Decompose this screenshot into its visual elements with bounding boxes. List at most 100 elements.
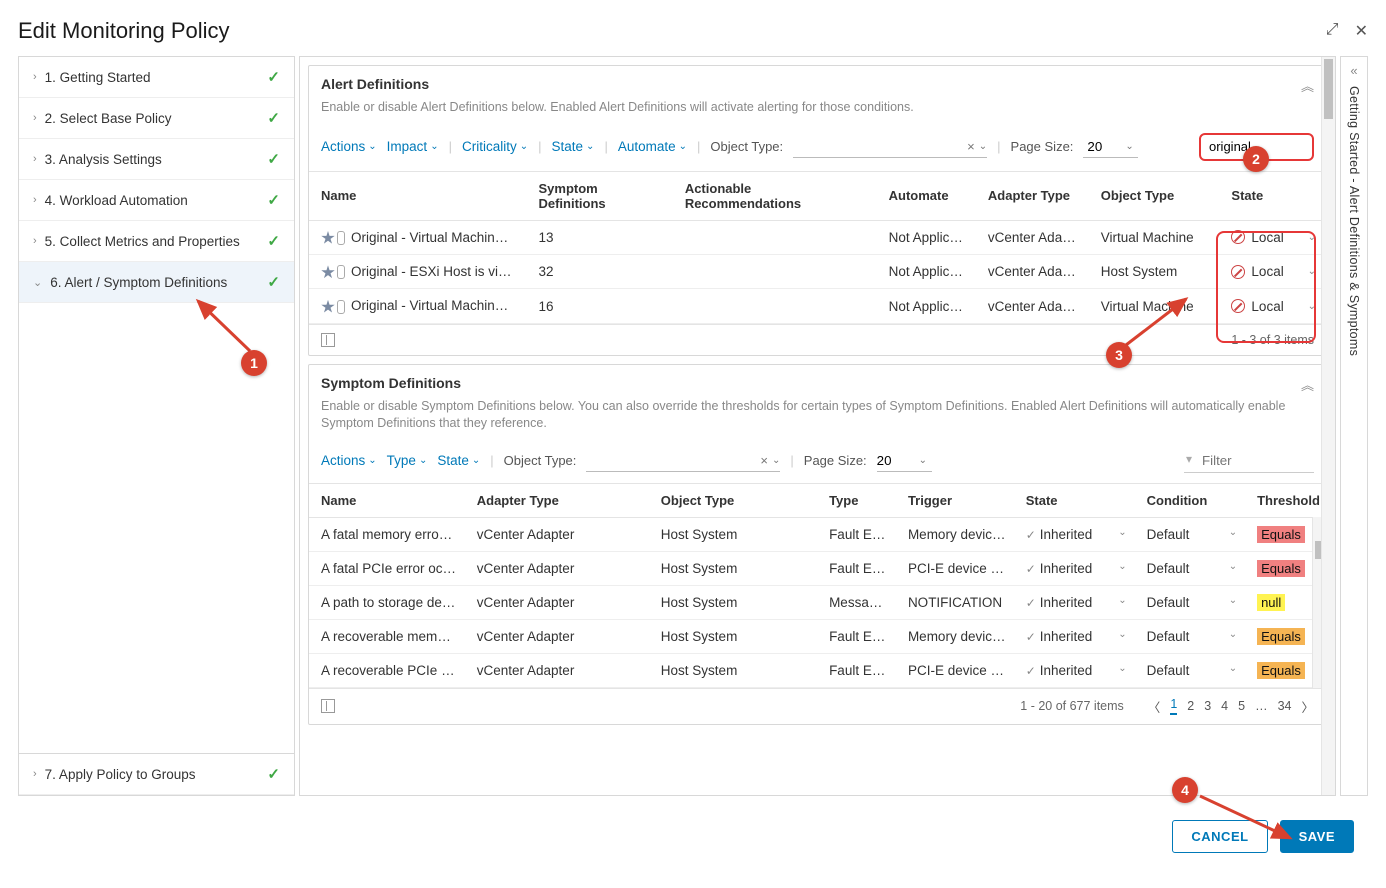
expand-icon[interactable]: ⤢	[1326, 21, 1339, 41]
state-filter[interactable]: State⌄	[552, 139, 595, 154]
state-dropdown[interactable]: Local⌄	[1231, 230, 1316, 245]
step-label: 5. Collect Metrics and Properties	[45, 234, 268, 249]
check-icon: ✓	[267, 191, 280, 209]
wizard-step-3[interactable]: ›3. Analysis Settings✓	[19, 139, 294, 180]
alert-defs-count: 1 - 3 of 3 items	[1231, 333, 1314, 347]
automate-filter[interactable]: Automate⌄	[618, 139, 687, 154]
sd-col-state[interactable]: State	[1016, 483, 1137, 517]
collapse-icon[interactable]: ︽	[1301, 375, 1314, 394]
page-size-caret-icon[interactable]: ⌄	[1125, 141, 1133, 152]
col-name[interactable]: Name	[309, 171, 528, 220]
object-type-input[interactable]	[793, 135, 963, 157]
sd-count: 1 - 20 of 677 items	[1020, 699, 1124, 713]
symptom-defs-title: Symptom Definitions	[321, 375, 461, 394]
page-size-select[interactable]	[1083, 135, 1121, 157]
table-row[interactable]: Original - Virtual Machin… 13Not Applica…	[309, 220, 1326, 254]
criticality-icon	[337, 265, 345, 279]
dialog-title: Edit Monitoring Policy	[18, 18, 230, 44]
page-number[interactable]: 5	[1238, 699, 1245, 713]
chevron-right-icon: ›	[33, 235, 37, 247]
table-row[interactable]: A fatal PCIe error oc…vCenter AdapterHos…	[309, 551, 1326, 585]
criticality-icon	[337, 231, 345, 245]
symptom-definitions-panel: Symptom Definitions ︽ Enable or disable …	[308, 364, 1327, 725]
state-dropdown[interactable]: Local⌄	[1231, 264, 1316, 279]
sd-type-filter[interactable]: Type⌄	[387, 453, 428, 468]
chevron-right-icon: ›	[33, 112, 37, 124]
page-prev-icon[interactable]: 〈	[1148, 697, 1161, 716]
page-number[interactable]: 1	[1170, 697, 1177, 715]
rail-title: Getting Started - Alert Definitions & Sy…	[1347, 86, 1361, 356]
annotation-callout-4: 4	[1172, 777, 1198, 803]
chevron-right-icon: ›	[33, 153, 37, 165]
wizard-sidebar: ›1. Getting Started✓›2. Select Base Poli…	[18, 56, 295, 796]
table-row[interactable]: A path to storage de…vCenter AdapterHost…	[309, 585, 1326, 619]
col-actionable-rec[interactable]: Actionable Recommendations	[675, 171, 879, 220]
sd-col-trigger[interactable]: Trigger	[898, 483, 1016, 517]
page-number[interactable]: 2	[1187, 699, 1194, 713]
column-picker-icon[interactable]	[321, 333, 335, 347]
table-row[interactable]: A recoverable memo…vCenter AdapterHost S…	[309, 619, 1326, 653]
sd-page-size-caret-icon[interactable]: ⌄	[919, 455, 927, 466]
sd-actions-menu[interactable]: Actions⌄	[321, 453, 377, 468]
table-row[interactable]: Original - ESXi Host is vi… 32Not Applic…	[309, 254, 1326, 288]
annotation-arrow-4	[1194, 790, 1304, 850]
impact-filter[interactable]: Impact⌄	[387, 139, 439, 154]
annotation-callout-1: 1	[241, 350, 267, 376]
chevron-down-icon: ⌄	[1229, 527, 1237, 538]
help-rail[interactable]: « Getting Started - Alert Definitions & …	[1340, 56, 1368, 796]
page-number[interactable]: 4	[1221, 699, 1228, 713]
col-symptom-defs[interactable]: Symptom Definitions	[528, 171, 674, 220]
pagination[interactable]: 〈 12345…34〉	[1148, 697, 1314, 716]
annotation-callout-2: 2	[1243, 146, 1269, 172]
sd-col-object[interactable]: Object Type	[651, 483, 819, 517]
wizard-step-7[interactable]: ›7. Apply Policy to Groups✓	[19, 754, 294, 795]
chevron-down-icon: ⌄	[1308, 232, 1316, 243]
sd-col-condition[interactable]: Condition	[1137, 483, 1247, 517]
sd-col-name[interactable]: Name	[309, 483, 467, 517]
sd-filter-input[interactable]	[1184, 449, 1314, 473]
annotation-arrow-3	[1118, 293, 1198, 353]
col-state[interactable]: State	[1221, 171, 1326, 220]
sd-state-filter[interactable]: State⌄	[437, 453, 480, 468]
chevron-down-icon: ⌄	[1118, 629, 1126, 640]
state-dropdown[interactable]: Local⌄	[1231, 299, 1316, 314]
chevron-down-icon: ⌄	[1229, 561, 1237, 572]
table-row[interactable]: A recoverable PCIe e…vCenter AdapterHost…	[309, 653, 1326, 687]
check-icon: ✓	[267, 232, 280, 250]
page-next-icon[interactable]: 〉	[1301, 697, 1314, 716]
step-label: 6. Alert / Symptom Definitions	[50, 275, 267, 290]
sd-col-threshold[interactable]: Threshold	[1247, 483, 1326, 517]
sd-col-adapter[interactable]: Adapter Type	[467, 483, 651, 517]
step-label: 4. Workload Automation	[45, 193, 268, 208]
close-icon[interactable]: ✕	[1355, 21, 1368, 41]
sd-page-size-select[interactable]	[877, 449, 915, 471]
content-scrollbar[interactable]	[1321, 57, 1335, 795]
sd-object-type-dropdown-icon[interactable]: ⌄	[772, 455, 780, 466]
step-label: 3. Analysis Settings	[45, 152, 268, 167]
rail-collapse-icon[interactable]: «	[1350, 63, 1357, 78]
wizard-step-5[interactable]: › 5. Collect Metrics and Properties✓	[19, 221, 294, 262]
wizard-step-1[interactable]: ›1. Getting Started✓	[19, 57, 294, 98]
sd-object-type-input[interactable]	[586, 449, 756, 471]
object-type-dropdown-icon[interactable]: ⌄	[979, 141, 987, 152]
criticality-filter[interactable]: Criticality⌄	[462, 139, 528, 154]
col-object-type[interactable]: Object Type	[1091, 171, 1222, 220]
col-automate[interactable]: Automate	[879, 171, 978, 220]
col-adapter-type[interactable]: Adapter Type	[978, 171, 1091, 220]
sd-column-picker-icon[interactable]	[321, 699, 335, 713]
clear-object-type-icon[interactable]: ×	[967, 139, 975, 154]
wizard-step-4[interactable]: ›4. Workload Automation✓	[19, 180, 294, 221]
collapse-icon[interactable]: ︽	[1301, 76, 1314, 95]
actions-menu[interactable]: Actions⌄	[321, 139, 377, 154]
page-number[interactable]: 34	[1278, 699, 1292, 713]
filter-icon: ▾	[1186, 452, 1192, 466]
sd-col-type[interactable]: Type	[819, 483, 898, 517]
check-icon: ✓	[1026, 528, 1036, 542]
disabled-icon	[1231, 299, 1245, 313]
table-row[interactable]: A fatal memory error…vCenter AdapterHost…	[309, 517, 1326, 551]
annotation-arrow-1	[190, 293, 260, 358]
wizard-step-2[interactable]: ›2. Select Base Policy✓	[19, 98, 294, 139]
step-label: 7. Apply Policy to Groups	[45, 767, 268, 782]
sd-clear-icon[interactable]: ×	[760, 453, 768, 468]
page-number[interactable]: 3	[1204, 699, 1211, 713]
